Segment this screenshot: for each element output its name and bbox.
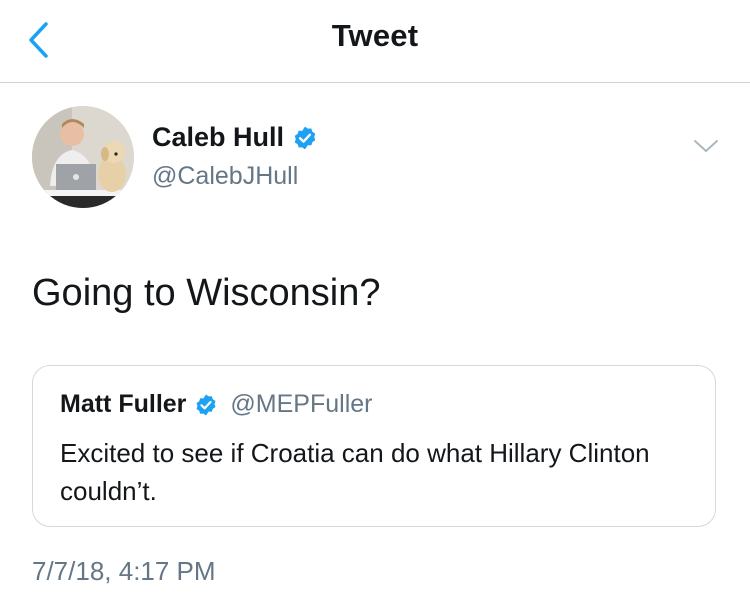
quoted-author-name: Matt Fuller (60, 390, 187, 418)
author-name-row: Caleb Hull (152, 122, 318, 153)
chevron-down-icon (694, 140, 718, 152)
tweet-header: Caleb Hull @CalebJHull (32, 106, 722, 216)
avatar-photo (32, 106, 134, 208)
author-handle[interactable]: @CalebJHull (152, 162, 298, 191)
navigation-bar: Tweet (0, 0, 750, 83)
page-title: Tweet (331, 18, 419, 53)
quoted-tweet-text: Excited to see if Croatia can do what Hi… (60, 438, 650, 506)
quoted-tweet-header: Matt Fuller @MEPFuller (60, 390, 372, 419)
author-display-name[interactable]: Caleb Hull (152, 122, 284, 153)
quoted-author-handle: @MEPFuller (230, 390, 373, 418)
avatar[interactable] (32, 106, 134, 208)
verified-badge-icon (194, 393, 218, 417)
tweet-timestamp: 7/7/18, 4:17 PM (32, 556, 216, 586)
verified-badge-icon (292, 125, 318, 151)
more-options-button[interactable] (690, 130, 722, 162)
tweet-text: Going to Wisconsin? (32, 272, 381, 314)
quoted-tweet[interactable]: Matt Fuller @MEPFuller Excited to see if… (32, 365, 716, 527)
